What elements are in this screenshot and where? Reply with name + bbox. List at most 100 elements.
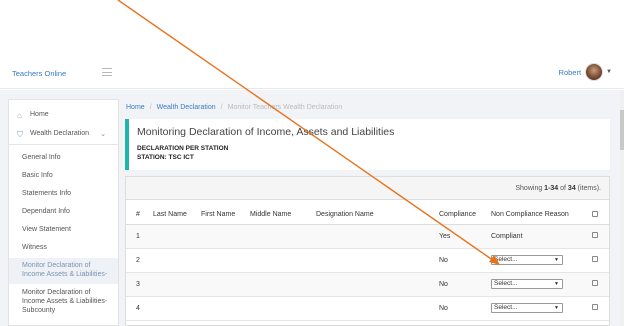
- breadcrumb-section[interactable]: Wealth Declaration: [157, 104, 216, 111]
- select-all-checkbox-cell: [592, 206, 609, 225]
- breadcrumb: Home / Wealth Declaration / Monitor Teac…: [126, 104, 342, 111]
- row-checkbox-cell: [592, 248, 609, 273]
- summary-prefix: Showing: [515, 185, 545, 192]
- last-name-cell: [153, 272, 201, 297]
- row-checkbox[interactable]: [592, 304, 598, 310]
- menu-toggle-icon[interactable]: [102, 68, 112, 76]
- declarations-table-panel: Showing 1-34 of 34 (items). # Last Name …: [125, 176, 610, 326]
- sidebar-item-label: Witness: [22, 244, 47, 251]
- home-icon: ⌂: [17, 111, 22, 120]
- sidebar-item-basic-info[interactable]: Basic Info: [9, 172, 118, 184]
- middle-name-cell: [250, 272, 316, 297]
- summary-range: 1-34: [544, 185, 559, 192]
- chevron-down-icon[interactable]: ▼: [606, 69, 612, 75]
- row-checkbox[interactable]: [592, 232, 598, 238]
- column-header-last-name[interactable]: Last Name: [153, 206, 201, 225]
- page-scrollbar[interactable]: [620, 90, 624, 326]
- designation-cell: [316, 224, 439, 249]
- sidebar-item-label: Wealth Declaration: [30, 130, 90, 137]
- page-header-panel: Monitoring Declaration of Income, Assets…: [125, 119, 610, 170]
- column-header-designation[interactable]: Designation Name: [316, 206, 439, 225]
- first-name-cell: [201, 296, 250, 321]
- sidebar-item-dependant-info[interactable]: Dependant Info: [9, 208, 118, 220]
- table-row: 2 No Select... ▼: [126, 248, 609, 273]
- sidebar-item-statements-info[interactable]: Statements Info: [9, 190, 118, 202]
- reason-select[interactable]: Select... ▼: [491, 255, 563, 265]
- breadcrumb-home[interactable]: Home: [126, 104, 145, 111]
- compliance-cell: Yes: [439, 224, 491, 249]
- sidebar-item-label: Monitor Declaration of: [22, 289, 91, 296]
- row-checkbox[interactable]: [592, 256, 598, 262]
- shield-icon: ⛉: [17, 130, 23, 139]
- sidebar-item-witness[interactable]: Witness: [9, 244, 118, 256]
- sidebar-item-general-info[interactable]: General Info: [9, 154, 118, 166]
- summary-suffix: (items).: [575, 185, 601, 192]
- sidebar-item-label: Statements Info: [22, 190, 72, 197]
- column-header-compliance[interactable]: Compliance: [439, 206, 491, 225]
- pagination-summary: Showing 1-34 of 34 (items).: [515, 185, 601, 192]
- declaration-subtitle: DECLARATION PER STATION: [137, 145, 229, 152]
- sidebar-item-label: Home: [30, 111, 49, 118]
- chevron-down-icon: ▼: [554, 257, 559, 263]
- sidebar-item-monitor-declaration-subcounty[interactable]: Monitor Declaration of Income Assets & L…: [9, 288, 118, 318]
- row-number: 2: [126, 248, 153, 273]
- row-checkbox[interactable]: [592, 280, 598, 286]
- sidebar: ⌂ Home ⛉ Wealth Declaration ⌄ General In…: [8, 99, 119, 326]
- table-row: 4 No Select... ▼: [126, 296, 609, 321]
- reason-cell: Select... ▼: [491, 296, 592, 321]
- sidebar-item-monitor-declaration[interactable]: Monitor Declaration of Income Assets & L…: [9, 258, 118, 284]
- select-value: Select...: [494, 280, 518, 287]
- designation-cell: [316, 296, 439, 321]
- row-checkbox-cell: [592, 272, 609, 297]
- breadcrumb-separator: /: [220, 104, 223, 111]
- breadcrumb-separator: /: [149, 104, 152, 111]
- last-name-cell: [153, 296, 201, 321]
- summary-mid: of: [558, 185, 568, 192]
- reason-select[interactable]: Select... ▼: [491, 303, 563, 313]
- chevron-down-icon: ⌄: [100, 131, 106, 138]
- user-menu[interactable]: Robert ▼: [559, 62, 612, 82]
- column-header-middle-name[interactable]: Middle Name: [250, 206, 316, 225]
- sidebar-item-label: Subcounty: [22, 307, 56, 314]
- sidebar-item-home[interactable]: ⌂ Home: [9, 111, 118, 123]
- reason-cell: Select... ▼: [491, 248, 592, 273]
- compliance-cell: No: [439, 248, 491, 273]
- chevron-down-icon: ▼: [554, 305, 559, 311]
- last-name-cell: [153, 224, 201, 249]
- avatar[interactable]: [585, 63, 604, 81]
- column-header-first-name[interactable]: First Name: [201, 206, 250, 225]
- top-navbar: Teachers Online Robert ▼: [0, 55, 624, 89]
- sidebar-item-wealth-declaration[interactable]: ⛉ Wealth Declaration ⌄: [9, 130, 118, 142]
- sidebar-item-view-statement[interactable]: View Statement: [9, 226, 118, 238]
- sidebar-item-label: Monitor Declaration of: [22, 262, 91, 269]
- declarations-table: # Last Name First Name Middle Name Desig…: [126, 206, 609, 321]
- row-checkbox-cell: [592, 224, 609, 249]
- compliance-cell: No: [439, 272, 491, 297]
- user-name[interactable]: Robert: [559, 68, 582, 77]
- column-header-number[interactable]: #: [126, 206, 153, 225]
- row-number: 3: [126, 272, 153, 297]
- station-label: STATION: TSC ICT: [137, 154, 194, 161]
- last-name-cell: [153, 248, 201, 273]
- brand-title[interactable]: Teachers Online: [12, 69, 66, 78]
- select-all-checkbox[interactable]: [592, 210, 598, 217]
- divider: [9, 144, 118, 145]
- scrollbar-thumb[interactable]: [620, 110, 624, 150]
- select-value: Select...: [494, 256, 518, 263]
- row-checkbox-cell: [592, 296, 609, 321]
- sidebar-item-label: Basic Info: [22, 172, 53, 179]
- table-header-row: # Last Name First Name Middle Name Desig…: [126, 206, 609, 225]
- sidebar-item-label: Dependant Info: [22, 208, 70, 215]
- select-value: Select...: [494, 304, 518, 311]
- column-header-non-compliance-reason[interactable]: Non Compliance Reason: [491, 206, 592, 225]
- chevron-down-icon: ▼: [554, 281, 559, 287]
- middle-name-cell: [250, 248, 316, 273]
- summary-total: 34: [567, 185, 576, 192]
- summary-bar: Showing 1-34 of 34 (items).: [126, 177, 609, 200]
- first-name-cell: [201, 248, 250, 273]
- row-number: 1: [126, 224, 153, 249]
- row-number: 4: [126, 296, 153, 321]
- table-row: 3 No Select... ▼: [126, 272, 609, 297]
- first-name-cell: [201, 272, 250, 297]
- reason-select[interactable]: Select... ▼: [491, 279, 563, 289]
